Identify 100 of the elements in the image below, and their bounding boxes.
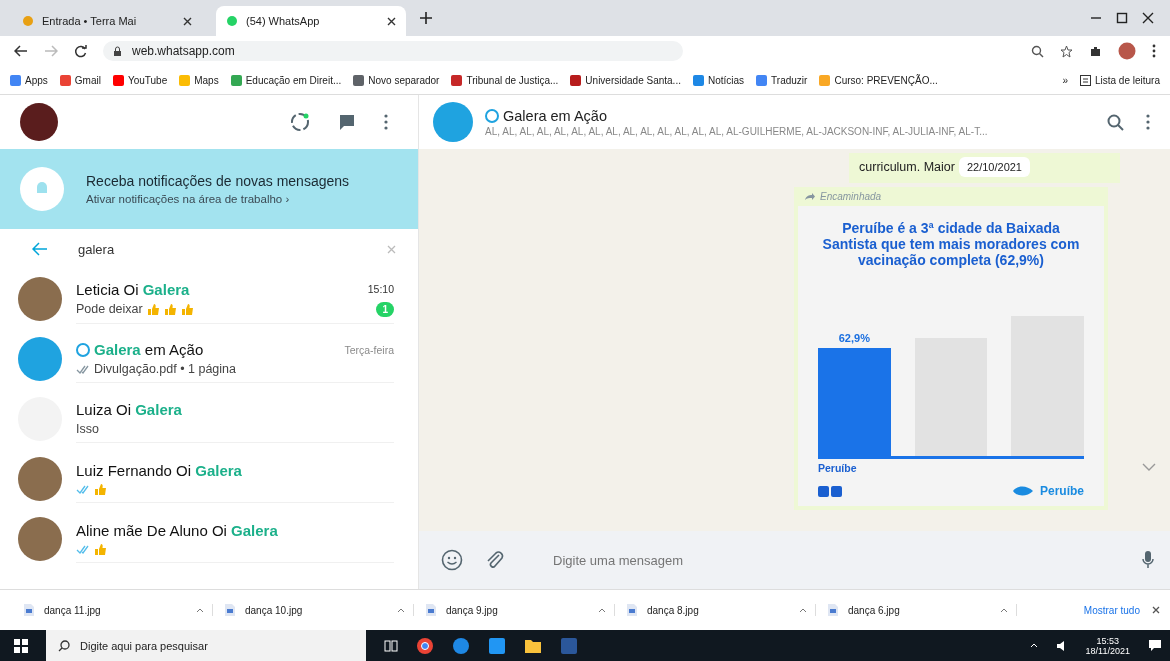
download-item[interactable]: dança 11.jpg	[24, 604, 213, 616]
member-list: AL, AL, AL, AL, AL, AL, AL, AL, AL, AL, AL, AL, AL, AL, AL-GUILHERME, AL-JACKSON-INF, AL-JULIA-INF, AL-T...	[485, 125, 1085, 137]
thumbs-up-icon	[146, 302, 160, 316]
chat-time: 15:10	[367, 283, 394, 295]
avatar-photo-placeholder	[18, 277, 62, 321]
chat-name: Leticia Oi Galera	[76, 280, 190, 298]
paperclip-icon[interactable]	[485, 550, 505, 570]
forwarded-label: Encaminhada	[820, 191, 882, 202]
image-file-icon	[225, 604, 235, 616]
search-icon[interactable]	[1107, 113, 1124, 131]
unread-count-badge: 1	[376, 301, 394, 317]
windows-start-icon[interactable]	[14, 638, 28, 653]
site-icon	[226, 15, 238, 27]
new-tab-icon[interactable]	[420, 12, 432, 24]
caret-icon	[397, 607, 405, 613]
bookmark-link[interactable]: Apps	[10, 74, 48, 86]
chat-name: Luiz Fernando Oi Galera	[76, 461, 242, 479]
infographic-title: Peruíbe é a 3ª cidade da Baixada Santista que tem mais moradores com vacinação completa (62,9%)	[821, 220, 1081, 269]
app-icon[interactable]	[488, 636, 506, 655]
enable-notifications-link[interactable]: Ativar notificações na área de trabalho ›	[86, 193, 350, 205]
profile-photo-placeholder[interactable]	[20, 103, 58, 141]
bookmark-link[interactable]: Universidade Santa...	[570, 74, 681, 86]
chat-list-item[interactable]: Aline mãe De Aluno Oi Galera	[0, 509, 418, 569]
show-all-link[interactable]: Mostrar tudo	[1083, 604, 1140, 616]
chat-icon[interactable]	[338, 113, 356, 131]
emoji-icon[interactable]	[441, 549, 463, 571]
caret-icon	[196, 607, 204, 613]
browser-tab[interactable]: (54) WhatsApp	[216, 6, 406, 36]
download-item[interactable]: dança 10.jpg	[225, 604, 414, 616]
list-icon	[1079, 74, 1091, 86]
close-icon[interactable]	[183, 16, 192, 26]
social-icons-drawing	[818, 485, 842, 497]
menu-icon[interactable]	[384, 114, 388, 130]
notifications-icon[interactable]	[1148, 639, 1162, 652]
reading-list-link[interactable]: Lista de leitura	[1079, 74, 1160, 86]
message-preview: Divulgação.pdf • 1 página	[94, 362, 236, 376]
image-file-icon	[627, 604, 637, 616]
message-preview: Isso	[76, 422, 99, 436]
bookmark-link[interactable]: Gmail	[59, 74, 101, 86]
avatar-photo-placeholder	[18, 517, 62, 561]
taskbar-search-field[interactable]: Digite aqui para pesquisar	[46, 630, 366, 661]
chat-name: Luiza Oi Galera	[76, 401, 182, 418]
status-ring-icon[interactable]	[290, 112, 310, 132]
star-icon[interactable]	[1060, 44, 1073, 58]
notification-banner[interactable]: Receba notificações de novas mensagens Ativar notificações na área de trabalho ›	[0, 149, 418, 229]
download-item[interactable]: dança 6.jpg	[828, 604, 1017, 616]
logo-text: Peruíbe	[1040, 484, 1084, 498]
chat-list-item[interactable]: Galera em Ação Terça-feira Divulgação.pdf • 1 página	[0, 329, 418, 389]
folder-icon[interactable]	[524, 637, 542, 654]
close-icon[interactable]	[1152, 606, 1160, 614]
zoom-icon[interactable]	[1031, 44, 1044, 58]
caret-icon[interactable]	[1029, 643, 1038, 648]
reload-icon[interactable]	[74, 44, 87, 58]
bookmark-link[interactable]: Curso: PREVENÇÃO...	[819, 74, 938, 86]
bookmark-link[interactable]: YouTube	[112, 74, 168, 86]
bookmark-link[interactable]: Educação em Direit...	[230, 74, 342, 86]
bookmark-link[interactable]: Tribunal de Justiça...	[451, 74, 559, 86]
thumbs-up-icon	[94, 542, 107, 556]
menu-icon[interactable]	[1152, 44, 1156, 58]
back-arrow-icon[interactable]	[14, 45, 28, 57]
close-icon[interactable]	[387, 16, 396, 26]
bookmark-link[interactable]: Traduzir	[756, 74, 808, 86]
browser-tab[interactable]: Entrada • Terra Mai	[12, 6, 202, 36]
chat-list-item[interactable]: Leticia Oi Galera 15:10 Pode deixar 1	[0, 269, 418, 329]
avatar-photo-placeholder	[18, 337, 62, 381]
caret-icon	[598, 607, 606, 613]
search-icon	[58, 639, 70, 652]
chat-list-item[interactable]: Luiza Oi Galera Isso	[0, 389, 418, 449]
address-field[interactable]: web.whatsapp.com	[103, 41, 683, 61]
search-field[interactable]: galera	[76, 240, 359, 258]
bookmark-link[interactable]: Maps	[179, 74, 219, 86]
clock-time: 15:53	[1096, 635, 1120, 646]
thumbs-up-icon	[94, 482, 107, 496]
date-pill: 22/10/2021	[958, 157, 1030, 177]
clock-date: 18/11/2021	[1085, 645, 1130, 656]
download-item[interactable]: dança 9.jpg	[426, 604, 615, 616]
bookmark-link[interactable]: Novo separador	[353, 74, 440, 86]
more-bookmarks-button[interactable]: »	[1062, 74, 1068, 86]
profile-avatar-icon[interactable]	[1118, 42, 1136, 60]
task-view-icon[interactable]	[384, 639, 398, 652]
bookmark-link[interactable]: Notícias	[692, 74, 745, 86]
infographic-image[interactable]: Peruíbe é a 3ª cidade da Baixada Santista que tem mais moradores com vacinação completa (62,9%) 62,9% Peruíbe Peruíbe	[798, 206, 1104, 506]
category-label: Peruíbe	[818, 462, 858, 474]
message-text: curriculum. Maior	[859, 160, 955, 174]
caret-icon	[799, 607, 807, 613]
thumbs-up-icon	[163, 302, 177, 316]
download-item[interactable]: dança 8.jpg	[627, 604, 816, 616]
banner-title: Receba notificações de novas mensagens	[86, 173, 350, 189]
image-file-icon	[24, 604, 34, 616]
image-file-icon	[426, 604, 436, 616]
menu-icon[interactable]	[1146, 114, 1150, 130]
microphone-icon[interactable]	[1142, 551, 1154, 569]
logo-icon	[1012, 484, 1034, 498]
group-avatar-placeholder[interactable]	[433, 102, 473, 142]
maximize-icon[interactable]	[1116, 12, 1128, 24]
close-icon[interactable]	[1142, 12, 1154, 24]
chat-list-item[interactable]: Luiz Fernando Oi Galera	[0, 449, 418, 509]
avatar-photo-placeholder	[18, 457, 62, 501]
site-icon	[22, 15, 34, 27]
forward-arrow-icon	[804, 192, 816, 201]
